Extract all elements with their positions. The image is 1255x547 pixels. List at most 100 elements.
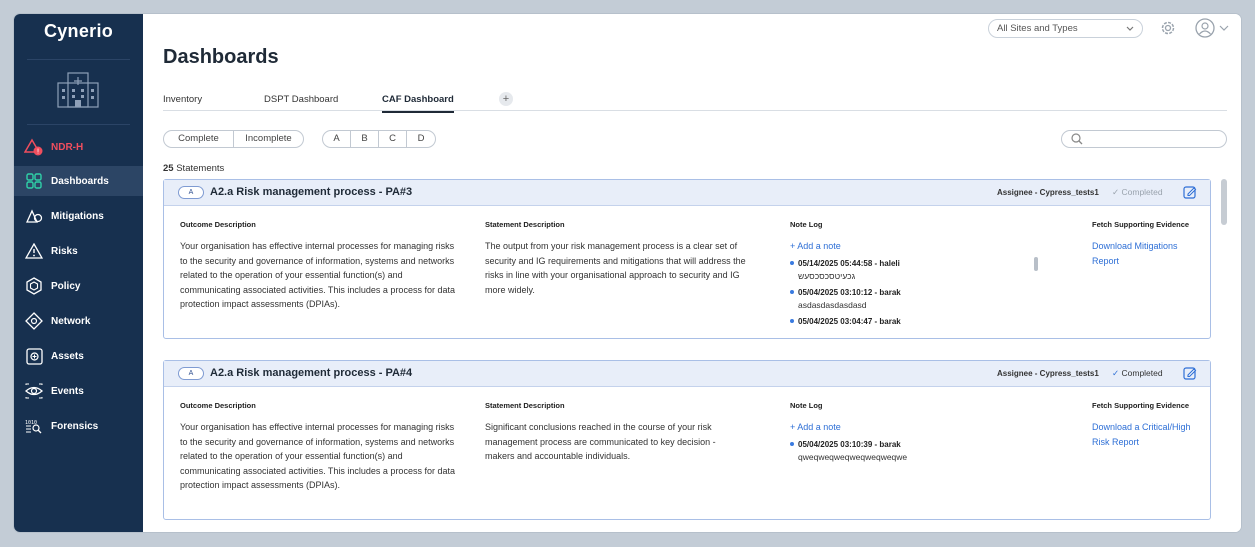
- mitigations-icon: [24, 206, 44, 226]
- filter-complete-button[interactable]: Complete: [164, 131, 234, 147]
- evidence-heading: Fetch Supporting Evidence: [1092, 401, 1190, 410]
- evidence-column: Fetch Supporting Evidence Download Mitig…: [1092, 220, 1202, 268]
- sidebar-item-risks[interactable]: Risks: [14, 236, 143, 266]
- note-timestamp: 05/04/2025 03:10:39 - barak: [798, 439, 901, 449]
- note-text: qweqweqweqweqweqweqwe: [798, 451, 908, 462]
- policy-hexagon-icon: [24, 276, 44, 296]
- edit-icon[interactable]: [1183, 366, 1197, 380]
- filter-level-c-button[interactable]: C: [379, 131, 407, 147]
- sidebar-item-dashboards[interactable]: Dashboards: [14, 166, 143, 196]
- sidebar-item-label: Risks: [51, 245, 78, 257]
- statement-heading: Statement Description: [485, 220, 565, 229]
- statement-card: A A2.a Risk management process - PA#3 As…: [163, 179, 1211, 339]
- assignee-label: Assignee - Cypress_tests1: [997, 188, 1099, 197]
- user-avatar-icon: [1195, 18, 1215, 38]
- sidebar-item-label: Assets: [51, 350, 84, 362]
- statements-label: Statements: [176, 163, 225, 174]
- user-menu[interactable]: [1195, 17, 1231, 39]
- filter-level-d-button[interactable]: D: [407, 131, 435, 147]
- note-timestamp: 05/14/2025 05:44:58 - haleli: [798, 258, 900, 268]
- filter-level-a-button[interactable]: A: [323, 131, 351, 147]
- sidebar-item-mitigations[interactable]: Mitigations: [14, 201, 143, 231]
- dashboard-grid-icon: [24, 171, 44, 191]
- chevron-down-icon: [1219, 25, 1229, 31]
- status-text: Completed: [1121, 187, 1163, 197]
- forensics-icon: 1010: [24, 416, 44, 436]
- sidebar-item-policy[interactable]: Policy: [14, 271, 143, 301]
- sidebar-item-ndr-h[interactable]: ! NDR-H: [14, 132, 143, 162]
- events-eye-icon: [24, 381, 44, 401]
- card-header[interactable]: A A2.a Risk management process - PA#3 As…: [164, 180, 1210, 206]
- card-header[interactable]: A A2.a Risk management process - PA#4 As…: [164, 361, 1210, 387]
- divider: [27, 124, 130, 125]
- gear-icon[interactable]: [1159, 19, 1177, 37]
- note-log-heading: Note Log: [790, 220, 823, 229]
- level-filter: A B C D: [322, 130, 436, 148]
- note-entry: 05/14/2025 05:44:58 - haleli גכעיטסכסכסע…: [790, 257, 1040, 283]
- tab-caf-dashboard[interactable]: CAF Dashboard: [382, 94, 454, 113]
- page-scrollbar[interactable]: [1221, 179, 1227, 225]
- assets-icon: [24, 346, 44, 366]
- download-mitigations-report-link[interactable]: Download Mitigations Report: [1092, 239, 1202, 268]
- outcome-column: Outcome Description Your organisation ha…: [180, 220, 455, 312]
- tab-dspt-dashboard[interactable]: DSPT Dashboard: [264, 94, 338, 105]
- note-log-column: Note Log + Add a note 05/04/2025 03:10:3…: [790, 401, 1040, 464]
- download-critical-high-risk-report-link[interactable]: Download a Critical/High Risk Report: [1092, 420, 1204, 449]
- main-content: Dashboards All Sites and Types Inventory…: [143, 14, 1241, 532]
- site-select-value: All Sites and Types: [997, 23, 1078, 34]
- filter-incomplete-button[interactable]: Incomplete: [234, 131, 303, 147]
- svg-text:!: !: [37, 148, 40, 156]
- ndr-shield-icon: !: [24, 137, 44, 157]
- hospital-icon[interactable]: [56, 69, 100, 109]
- sidebar-item-forensics[interactable]: 1010 Forensics: [14, 411, 143, 441]
- chevron-down-icon: [1126, 26, 1134, 31]
- add-note-link[interactable]: + Add a note: [790, 239, 1040, 254]
- edit-icon[interactable]: [1183, 185, 1197, 199]
- sidebar-item-events[interactable]: Events: [14, 376, 143, 406]
- statements-count: 25 Statements: [163, 163, 224, 174]
- level-badge: A: [178, 367, 204, 380]
- search-input[interactable]: [1061, 130, 1227, 148]
- sidebar-item-label: Events: [51, 385, 84, 397]
- sidebar-item-label: Mitigations: [51, 210, 104, 222]
- statement-text: The output from your risk management pro…: [485, 241, 746, 295]
- logo-text: Cynerio: [43, 21, 114, 41]
- logo: Cynerio: [14, 21, 143, 42]
- outcome-heading: Outcome Description: [180, 401, 256, 410]
- assignee-label: Assignee - Cypress_tests1: [997, 369, 1099, 378]
- sidebar-item-assets[interactable]: Assets: [14, 341, 143, 371]
- level-badge: A: [178, 186, 204, 199]
- site-type-select[interactable]: All Sites and Types: [988, 19, 1143, 38]
- note-text: asdasdasdasdasd: [798, 299, 867, 310]
- statement-column: Statement Description Significant conclu…: [485, 401, 747, 464]
- note-timestamp: 05/04/2025 03:10:12 - barak: [798, 287, 901, 297]
- dashboard-tabs: Inventory DSPT Dashboard CAF Dashboard +: [163, 92, 1227, 113]
- sidebar-item-network[interactable]: Network: [14, 306, 143, 336]
- note-entry: 05/04/2025 03:04:47 - barak: [790, 315, 1040, 328]
- sidebar-item-label: NDR-H: [51, 141, 84, 153]
- note-text: גכעיטסכסכסעש: [798, 270, 856, 281]
- app-window: Cynerio ! NDR-H Dashboards Mitigations R…: [14, 14, 1241, 532]
- sidebar-item-label: Network: [51, 315, 91, 327]
- statement-column: Statement Description The output from yo…: [485, 220, 757, 297]
- sidebar-item-label: Dashboards: [51, 175, 109, 187]
- card-title: A2.a Risk management process - PA#4: [210, 367, 413, 379]
- note-entry: 05/04/2025 03:10:12 - barak asdasdasdasd…: [790, 286, 1040, 312]
- warning-icon: [24, 241, 44, 261]
- statement-text: Significant conclusions reached in the c…: [485, 422, 716, 461]
- outcome-column: Outcome Description Your organisation ha…: [180, 401, 455, 493]
- add-tab-button[interactable]: +: [499, 92, 513, 106]
- add-note-link[interactable]: + Add a note: [790, 420, 1040, 435]
- tab-inventory[interactable]: Inventory: [163, 94, 202, 105]
- note-entry: 05/04/2025 03:10:39 - barak qweqweqweqwe…: [790, 438, 1040, 464]
- search-icon: [1071, 133, 1083, 145]
- check-icon: ✓: [1112, 187, 1120, 197]
- statement-card: A A2.a Risk management process - PA#4 As…: [163, 360, 1211, 520]
- note-timestamp: 05/04/2025 03:04:47 - barak: [798, 316, 901, 326]
- outcome-heading: Outcome Description: [180, 220, 256, 229]
- evidence-heading: Fetch Supporting Evidence: [1092, 220, 1190, 229]
- status-text: Completed: [1121, 368, 1163, 378]
- filter-level-b-button[interactable]: B: [351, 131, 379, 147]
- note-log-scrollbar[interactable]: [1034, 257, 1038, 271]
- outcome-text: Your organisation has effective internal…: [180, 422, 455, 490]
